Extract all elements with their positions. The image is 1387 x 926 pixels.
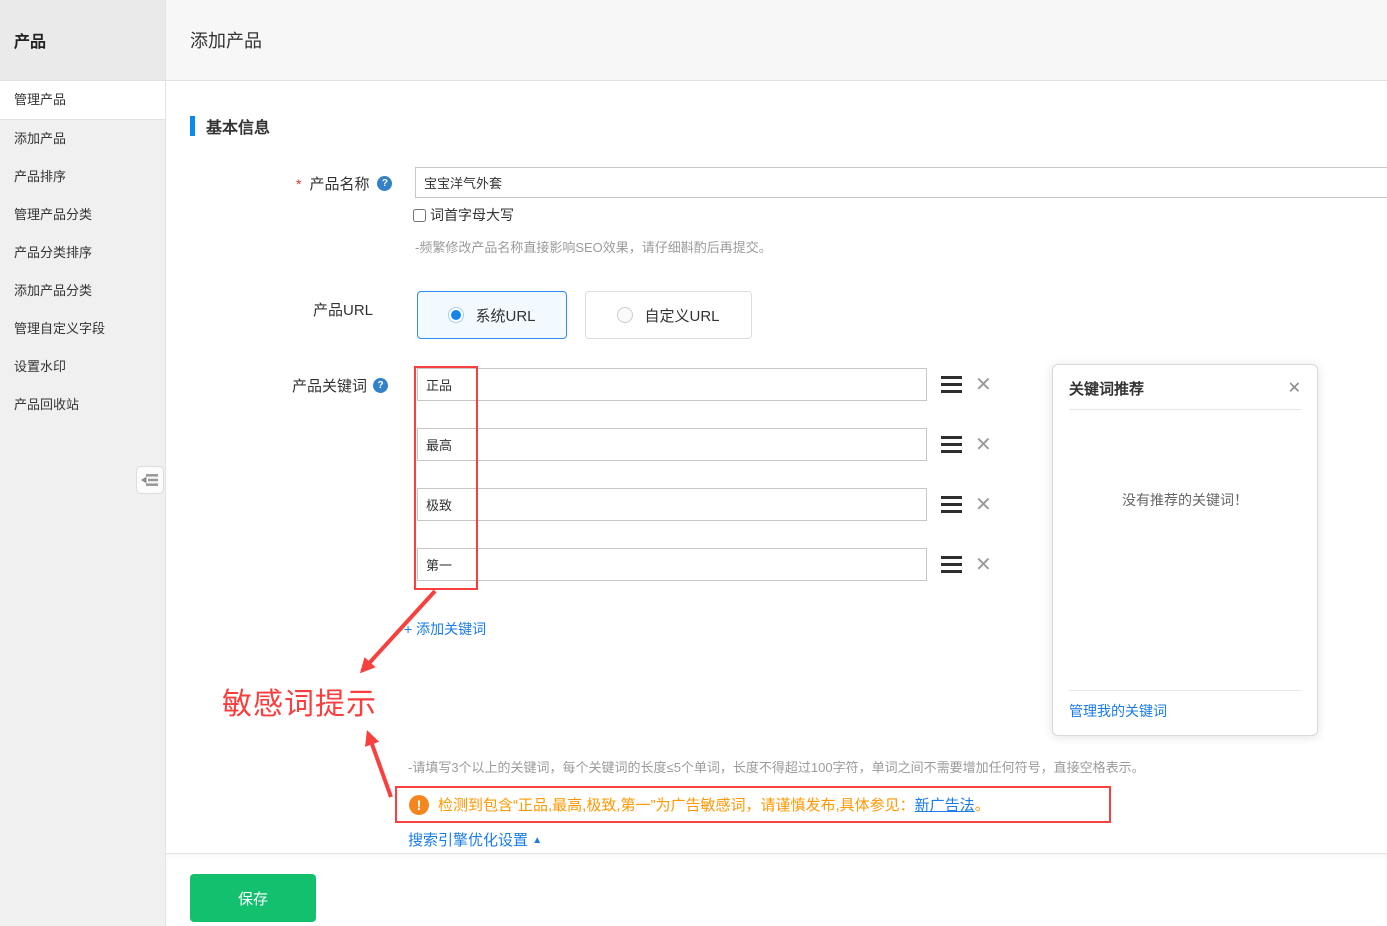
capitalize-checkbox-row: 词首字母大写 (413, 205, 514, 225)
sidebar-title: 产品 (0, 0, 165, 80)
keyword-input[interactable] (417, 548, 927, 581)
keyword-row: ✕ (417, 368, 992, 401)
sidebar-item-category-sort[interactable]: 产品分类排序 (0, 234, 165, 272)
system-url-option[interactable]: 系统URL (417, 291, 567, 339)
product-name-label: 产品名称 (309, 173, 369, 194)
drag-handle-icon[interactable] (941, 556, 962, 573)
section-title: 基本信息 (206, 114, 270, 138)
keyword-row: ✕ (417, 488, 992, 521)
sidebar-item-manage-products[interactable]: 管理产品 (0, 80, 165, 120)
keyword-row: ✕ (417, 548, 992, 581)
drag-handle-icon[interactable] (941, 496, 962, 513)
warning-icon: ! (409, 795, 429, 815)
panel-footer: 管理我的关键词 (1053, 690, 1317, 735)
sidebar-item-watermark[interactable]: 设置水印 (0, 348, 165, 386)
add-keyword-link[interactable]: + 添加关键词 (404, 619, 486, 639)
collapse-sidebar-icon (141, 473, 159, 487)
custom-url-label: 自定义URL (644, 305, 719, 326)
sidebar-item-product-sort[interactable]: 产品排序 (0, 158, 165, 196)
help-icon[interactable]: ? (373, 378, 388, 393)
help-icon[interactable]: ? (377, 176, 392, 191)
product-url-label: 产品URL (313, 299, 373, 320)
radio-unselected-icon (617, 307, 633, 323)
panel-empty-text: 没有推荐的关键词！ (1053, 490, 1317, 510)
panel-divider (1069, 409, 1301, 410)
sidebar: 产品 管理产品 添加产品 产品排序 管理产品分类 产品分类排序 添加产品分类 管… (0, 0, 166, 926)
ad-law-link[interactable]: 新广告法 (915, 797, 975, 814)
close-icon[interactable]: ✕ (1288, 381, 1301, 397)
sidebar-item-add-product[interactable]: 添加产品 (0, 120, 165, 158)
keywords-label-row: 产品关键词 ? (292, 375, 388, 396)
sidebar-item-recycle-bin[interactable]: 产品回收站 (0, 386, 165, 424)
warning-suffix: 。 (975, 797, 990, 814)
collapse-up-icon: ▲ (532, 835, 542, 846)
seo-settings-toggle[interactable]: 搜索引擎优化设置 ▲ (408, 829, 542, 850)
sensitive-word-warning: ! 检测到包含“正品,最高,极致,第一”为广告敏感词，请谨慎发布,具体参见：新广… (395, 786, 1111, 823)
add-product-page: 产品 管理产品 添加产品 产品排序 管理产品分类 产品分类排序 添加产品分类 管… (0, 0, 1387, 926)
remove-keyword-icon[interactable]: ✕ (975, 555, 992, 575)
drag-handle-icon[interactable] (941, 436, 962, 453)
drag-handle-icon[interactable] (941, 376, 962, 393)
keyword-input[interactable] (417, 368, 927, 401)
product-name-input[interactable] (415, 167, 1387, 198)
remove-keyword-icon[interactable]: ✕ (975, 435, 992, 455)
basic-info-section-header: 基本信息 (190, 114, 270, 138)
warning-text: 检测到包含“正品,最高,极致,第一”为广告敏感词，请谨慎发布,具体参见：新广告法… (438, 794, 990, 815)
keyword-recommend-panel: 关键词推荐 ✕ 没有推荐的关键词！ 管理我的关键词 (1052, 364, 1318, 736)
footer-bar: 保存 (166, 853, 1387, 926)
collapse-sidebar-button[interactable] (136, 466, 164, 494)
sidebar-item-manage-categories[interactable]: 管理产品分类 (0, 196, 165, 234)
required-asterisk: * (296, 176, 301, 192)
sidebar-item-custom-fields[interactable]: 管理自定义字段 (0, 310, 165, 348)
panel-title: 关键词推荐 (1069, 378, 1144, 399)
keywords-hint: -请填写3个以上的关键词，每个关键词的长度≤5个单词，长度不得超过100字符，单… (408, 757, 1145, 776)
page-title: 添加产品 (190, 27, 262, 53)
product-name-hint: -频繁修改产品名称直接影响SEO效果，请仔细斟酌后再提交。 (415, 237, 772, 256)
save-button[interactable]: 保存 (190, 874, 316, 922)
remove-keyword-icon[interactable]: ✕ (975, 375, 992, 395)
keyword-row: ✕ (417, 428, 992, 461)
sensitive-word-annotation: 敏感词提示 (222, 679, 377, 723)
capitalize-checkbox[interactable] (413, 209, 426, 222)
remove-keyword-icon[interactable]: ✕ (975, 495, 992, 515)
product-name-label-row: * 产品名称 ? (296, 173, 392, 194)
custom-url-option[interactable]: 自定义URL (585, 291, 752, 339)
capitalize-label: 词首字母大写 (430, 205, 514, 225)
seo-settings-label: 搜索引擎优化设置 (408, 832, 528, 849)
keyword-input[interactable] (417, 428, 927, 461)
arrow-from-warning (368, 733, 391, 797)
manage-keywords-link[interactable]: 管理我的关键词 (1053, 691, 1317, 735)
warning-prefix: 检测到包含“正品,最高,极致,第一”为广告敏感词，请谨慎发布,具体参见： (438, 797, 915, 814)
keyword-input[interactable] (417, 488, 927, 521)
panel-header: 关键词推荐 ✕ (1053, 365, 1317, 409)
sidebar-item-add-category[interactable]: 添加产品分类 (0, 272, 165, 310)
section-accent-bar (190, 116, 195, 136)
radio-selected-icon (448, 307, 464, 323)
keywords-label: 产品关键词 (292, 375, 367, 396)
page-header: 添加产品 (166, 0, 1387, 81)
system-url-label: 系统URL (475, 305, 535, 326)
